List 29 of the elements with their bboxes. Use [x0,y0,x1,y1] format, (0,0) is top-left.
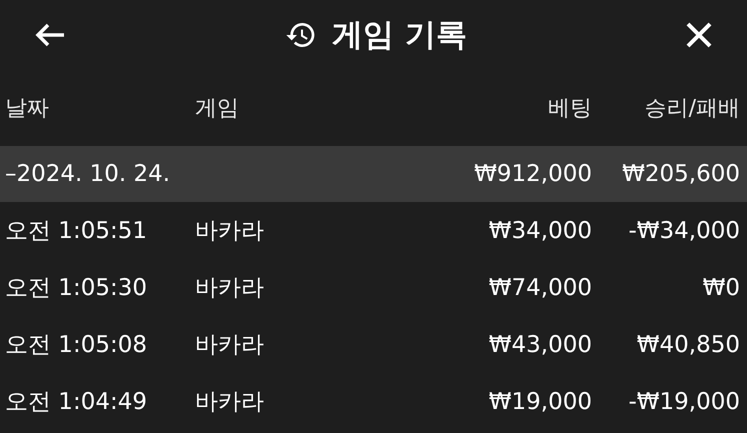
bet-cell-text: ₩43,000 [488,332,592,358]
result-cell-text: -₩19,000 [627,388,740,414]
game-cell-text: 바카라 [195,217,265,246]
window-title: 게임 기록 [332,16,467,55]
game-cell-text: 바카라 [195,274,265,303]
date-group-row[interactable]: –2024. 10. 24. ₩912,000 ₩205,600 [0,146,747,202]
back-arrow-icon [34,22,66,48]
column-header: 게임 [195,95,240,123]
close-icon [684,21,713,49]
time-cell-text: 오전 1:04:49 [5,388,148,417]
column-header: 날짜 [5,95,50,123]
group-bet-total: ₩912,000 [473,161,592,187]
result-cell-text: ₩40,850 [636,332,740,358]
bet-cell-text: ₩74,000 [488,274,592,300]
close-button[interactable] [684,21,713,49]
bet-cell-text: ₩19,000 [488,388,592,414]
time-cell-text: 오전 1:05:08 [5,331,148,360]
time-cell-text: 오전 1:05:51 [5,217,148,246]
column-header: 승리/패배 [644,95,740,123]
time-cell-text: 오전 1:05:30 [5,274,148,303]
group-date: –2024. 10. 24. [5,161,172,187]
result-cell-text: ₩0 [702,274,740,300]
bet-cell-text: ₩34,000 [488,218,592,244]
game-cell-text: 바카라 [195,388,265,417]
column-header: 베팅 [547,95,592,123]
back-button[interactable] [34,22,66,48]
result-cell-text: -₩34,000 [627,218,740,244]
group-result-total: ₩205,600 [621,161,740,187]
game-cell-text: 바카라 [195,331,265,360]
